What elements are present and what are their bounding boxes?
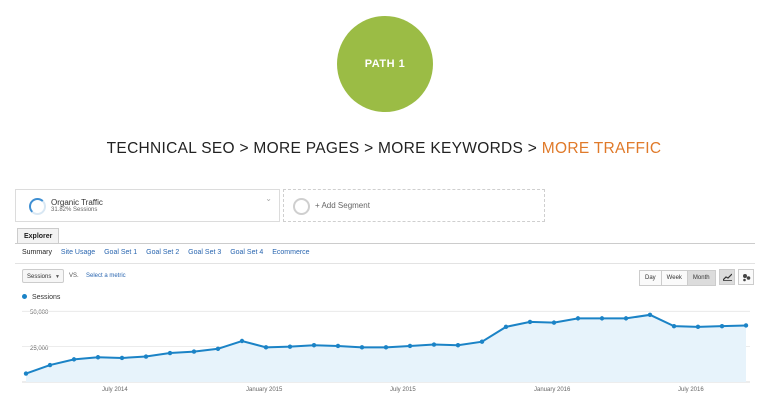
data-point[interactable]	[599, 316, 605, 321]
data-point[interactable]	[695, 324, 701, 330]
data-point[interactable]	[743, 323, 749, 328]
subtab-site-usage[interactable]: Site Usage	[61, 249, 95, 256]
data-point[interactable]	[287, 344, 293, 349]
x-tick-label: January 2015	[246, 387, 283, 393]
subtab-ecommerce[interactable]: Ecommerce	[272, 249, 309, 256]
data-point[interactable]	[263, 345, 269, 350]
sessions-chart	[22, 310, 750, 383]
data-point[interactable]	[119, 355, 125, 361]
x-tick-label: July 2016	[678, 387, 704, 393]
data-point[interactable]	[239, 338, 245, 344]
data-point[interactable]	[335, 343, 341, 349]
data-point[interactable]	[95, 355, 101, 360]
chart-type-buttons	[716, 269, 754, 285]
motion-chart-icon[interactable]	[738, 269, 754, 285]
data-point[interactable]	[503, 324, 509, 330]
data-point[interactable]	[167, 350, 173, 356]
tab-divider	[15, 243, 755, 244]
segment-organic-traffic[interactable]: Organic Traffic 31.82% Sessions ⌄	[15, 189, 280, 222]
vs-label: VS.	[69, 273, 79, 279]
chevron-down-icon[interactable]: ⌄	[265, 194, 272, 203]
range-day-button[interactable]: Day	[639, 270, 662, 286]
data-point[interactable]	[647, 312, 653, 318]
data-point[interactable]	[575, 316, 581, 321]
data-point[interactable]	[551, 320, 557, 325]
data-point[interactable]	[71, 357, 77, 362]
date-granularity-toggle: Day Week Month	[639, 270, 716, 286]
legend-dot-icon	[22, 294, 27, 299]
x-tick-label: January 2016	[534, 387, 571, 393]
data-point[interactable]	[191, 349, 197, 354]
metric-select-value: Sessions	[27, 274, 52, 280]
headline: TECHNICAL SEO > MORE PAGES > MORE KEYWOR…	[0, 140, 768, 158]
add-segment-label: + Add Segment	[315, 201, 370, 210]
data-point[interactable]	[719, 323, 725, 329]
data-point[interactable]	[455, 343, 461, 348]
subtab-goal-set-1[interactable]: Goal Set 1	[104, 249, 137, 256]
data-point[interactable]	[527, 319, 533, 325]
segment-title: Organic Traffic	[51, 198, 103, 207]
subtab-goal-set-3[interactable]: Goal Set 3	[188, 249, 221, 256]
range-week-button[interactable]: Week	[660, 270, 688, 286]
select-metric-link[interactable]: Select a metric	[86, 273, 126, 279]
segment-percentage-icon	[29, 198, 46, 215]
x-tick-label: July 2014	[102, 387, 128, 393]
data-point[interactable]	[431, 342, 437, 347]
data-point[interactable]	[623, 316, 629, 321]
data-point[interactable]	[311, 343, 317, 348]
data-point[interactable]	[407, 343, 413, 349]
subtab-divider	[15, 263, 755, 264]
range-month-button[interactable]: Month	[686, 270, 716, 286]
headline-accent: MORE TRAFFIC	[541, 140, 662, 157]
empty-segment-icon	[293, 198, 310, 215]
headline-text: TECHNICAL SEO > MORE PAGES > MORE KEYWOR…	[106, 140, 542, 157]
subtab-goal-set-2[interactable]: Goal Set 2	[146, 249, 179, 256]
data-point[interactable]	[671, 323, 677, 329]
data-point[interactable]	[383, 345, 389, 350]
tab-explorer[interactable]: Explorer	[17, 228, 60, 244]
data-point[interactable]	[23, 371, 29, 376]
caret-down-icon: ▼	[55, 274, 60, 280]
path-badge: PATH 1	[337, 16, 433, 112]
segment-subtitle: 31.82% Sessions	[51, 207, 98, 213]
data-point[interactable]	[47, 362, 53, 368]
metric-select[interactable]: Sessions ▼	[22, 269, 64, 283]
data-point[interactable]	[215, 346, 221, 351]
subtab-goal-set-4[interactable]: Goal Set 4	[230, 249, 263, 256]
subtab-summary[interactable]: Summary	[22, 249, 52, 256]
x-tick-label: July 2015	[390, 387, 416, 393]
explorer-subtabs: Summary Site Usage Goal Set 1 Goal Set 2…	[22, 249, 317, 256]
path-badge-label: PATH 1	[364, 58, 406, 70]
data-point[interactable]	[479, 339, 485, 344]
data-point[interactable]	[359, 345, 365, 350]
line-chart-icon[interactable]	[719, 269, 735, 285]
data-point[interactable]	[143, 354, 149, 359]
add-segment-button[interactable]: + Add Segment	[283, 189, 545, 222]
